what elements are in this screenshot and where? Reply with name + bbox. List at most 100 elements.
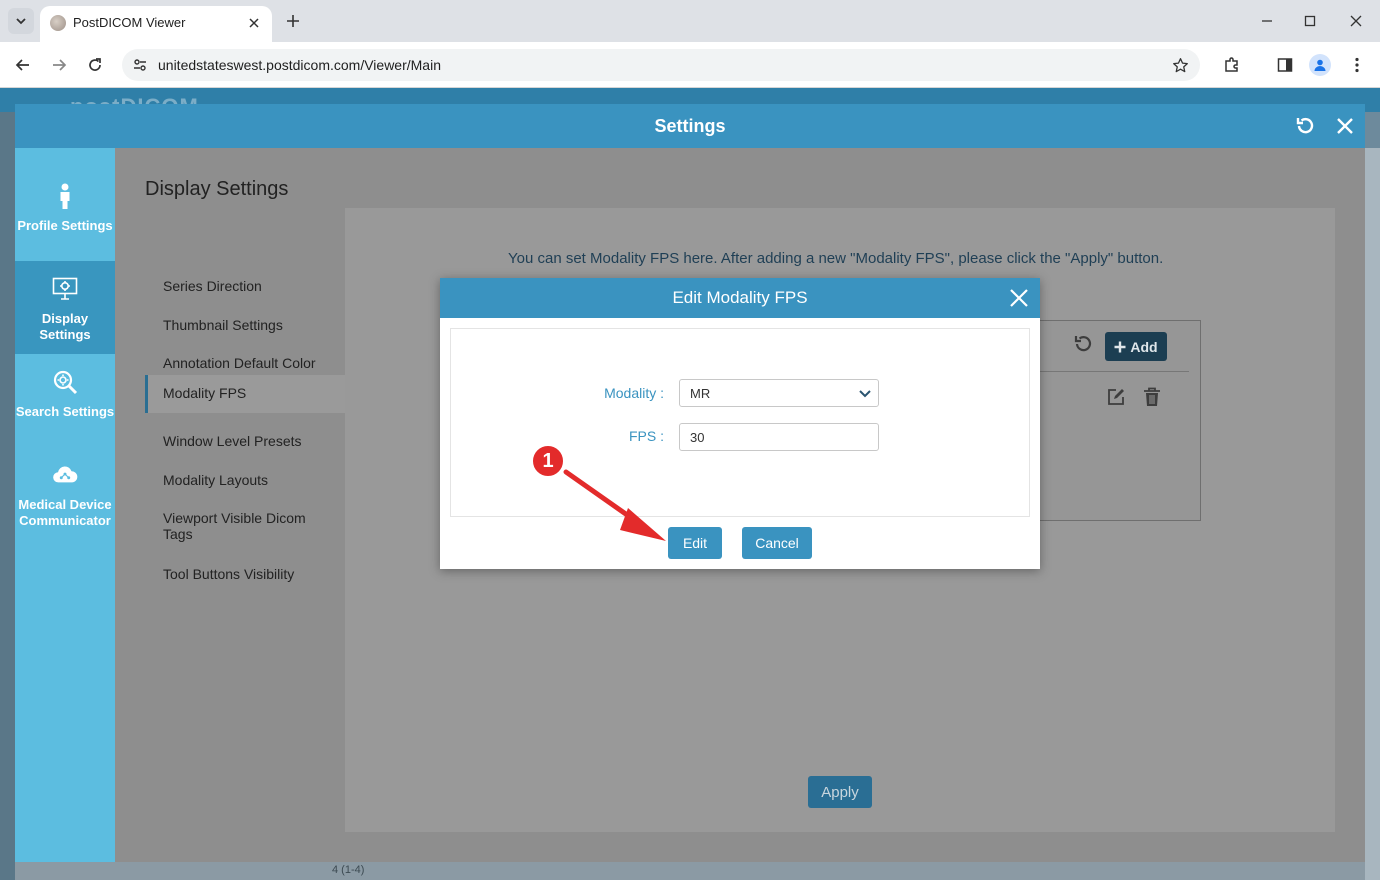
menu-item-tool-buttons-visibility[interactable]: Tool Buttons Visibility [145,556,345,592]
close-icon [1010,289,1028,307]
table-reset-button[interactable] [1071,332,1095,356]
menu-item-modality-fps[interactable]: Modality FPS [145,375,345,413]
person-icon [52,182,78,210]
dialog-title: Edit Modality FPS [672,288,808,307]
side-panel-icon [1277,58,1293,72]
modality-select-value: MR [690,386,711,401]
settings-close-button[interactable] [1333,114,1357,138]
url-text: unitedstateswest.postdicom.com/Viewer/Ma… [158,57,441,73]
tab-close-button[interactable] [244,13,264,33]
menu-item-thumbnail-settings[interactable]: Thumbnail Settings [145,307,345,343]
settings-header: Settings [15,104,1365,148]
sidebar-item-display-settings[interactable]: Display Settings [15,261,115,354]
modality-select[interactable]: MR [679,379,879,407]
back-button[interactable] [9,51,37,79]
menu-item-series-direction[interactable]: Series Direction [145,268,345,304]
add-button-label: Add [1130,338,1158,355]
maximize-button[interactable] [1297,8,1323,34]
sidebar-item-label: Profile Settings [17,218,113,233]
fps-label: FPS : [628,428,664,444]
browser-tab[interactable]: PostDICOM Viewer [40,6,272,42]
sidebar-item-label: Medical Device Communicator [18,497,112,528]
dialog-close-button[interactable] [1008,287,1030,309]
more-vertical-icon [1355,57,1359,73]
menu-item-label: Modality FPS [163,385,247,401]
puzzle-icon [1225,57,1238,72]
settings-title: Settings [654,116,726,136]
sidebar-item-medical-device-communicator[interactable]: Medical Device Communicator [15,447,115,540]
page-title: Display Settings [145,178,289,200]
apply-button[interactable]: Apply [808,776,872,808]
side-panel-button[interactable] [1271,51,1299,79]
close-icon [1350,15,1362,27]
browser-tab-strip: PostDICOM Viewer [0,0,1380,42]
maximize-icon [1304,15,1316,27]
edit-modality-fps-dialog: Edit Modality FPS Modality : MR FPS : Ed… [440,278,1040,569]
edit-button[interactable]: Edit [668,527,722,559]
new-tab-button[interactable] [282,10,304,32]
add-button[interactable]: Add [1105,332,1167,361]
menu-item-label: Tool Buttons Visibility [163,566,295,582]
plus-icon [1114,341,1126,352]
minimize-button[interactable] [1254,8,1280,34]
tab-search-button[interactable] [8,8,34,34]
extensions-button[interactable] [1218,51,1246,79]
close-icon [249,18,259,28]
menu-item-window-level-presets[interactable]: Window Level Presets [145,423,345,459]
modality-label: Modality : [604,385,664,401]
reset-icon [1074,336,1092,352]
sidebar-item-label: Display Settings [39,311,91,342]
minimize-icon [1262,20,1272,22]
step-number-badge: 1 [531,444,565,478]
cancel-button[interactable]: Cancel [742,527,812,559]
plus-icon [287,15,299,27]
menu-item-viewport-visible-dicom-tags[interactable]: Viewport Visible Dicom Tags [145,501,345,545]
reset-icon [1296,117,1314,134]
info-text: You can set Modality FPS here. After add… [508,250,1164,267]
dialog-header: Edit Modality FPS [440,278,1040,318]
settings-sidebar: Profile Settings Display Settings Search… [15,148,115,862]
menu-item-label: Thumbnail Settings [163,317,283,333]
chevron-down-icon [858,387,872,401]
row-edit-button[interactable] [1105,386,1127,408]
menu-item-label: Viewport Visible Dicom Tags [163,510,306,542]
menu-item-modality-layouts[interactable]: Modality Layouts [145,462,345,498]
address-bar[interactable]: unitedstateswest.postdicom.com/Viewer/Ma… [122,49,1200,81]
close-icon [1337,118,1353,134]
viewer-right-strip [1365,148,1380,880]
arrow-left-icon [15,59,29,71]
monitor-gear-icon [52,275,78,303]
site-info-icon[interactable] [130,55,150,75]
fps-input[interactable] [679,423,879,451]
window-close-button[interactable] [1343,8,1369,34]
postdicom-favicon-icon [50,15,66,31]
search-gear-icon [52,368,78,396]
edit-icon [1108,389,1124,405]
trash-icon [1144,387,1160,406]
tab-title: PostDICOM Viewer [73,15,186,30]
viewer-pagination-text: 4 (1-4) [332,864,365,876]
sidebar-item-search-settings[interactable]: Search Settings [15,354,115,447]
table-divider [1027,371,1189,372]
browser-toolbar: unitedstateswest.postdicom.com/Viewer/Ma… [0,42,1380,88]
viewer-footer [15,862,1365,880]
forward-button[interactable] [45,51,73,79]
profile-button[interactable] [1306,51,1334,79]
menu-item-label: Window Level Presets [163,433,302,449]
menu-item-label: Modality Layouts [163,472,269,488]
bookmark-star-icon[interactable] [1170,55,1190,75]
reload-button[interactable] [81,51,109,79]
settings-reset-button[interactable] [1293,114,1317,138]
reload-icon [89,58,101,71]
row-delete-button[interactable] [1141,386,1163,408]
person-icon [1314,59,1326,71]
viewer-left-strip [0,112,15,880]
browser-menu-button[interactable] [1343,51,1371,79]
sidebar-item-label: Search Settings [15,404,115,419]
chevron-down-icon [16,18,26,25]
sidebar-item-profile-settings[interactable]: Profile Settings [15,168,115,261]
cloud-network-icon [52,461,78,489]
menu-item-label: Series Direction [163,278,262,294]
menu-item-label: Annotation Default Color [163,355,316,371]
avatar [1309,54,1331,76]
